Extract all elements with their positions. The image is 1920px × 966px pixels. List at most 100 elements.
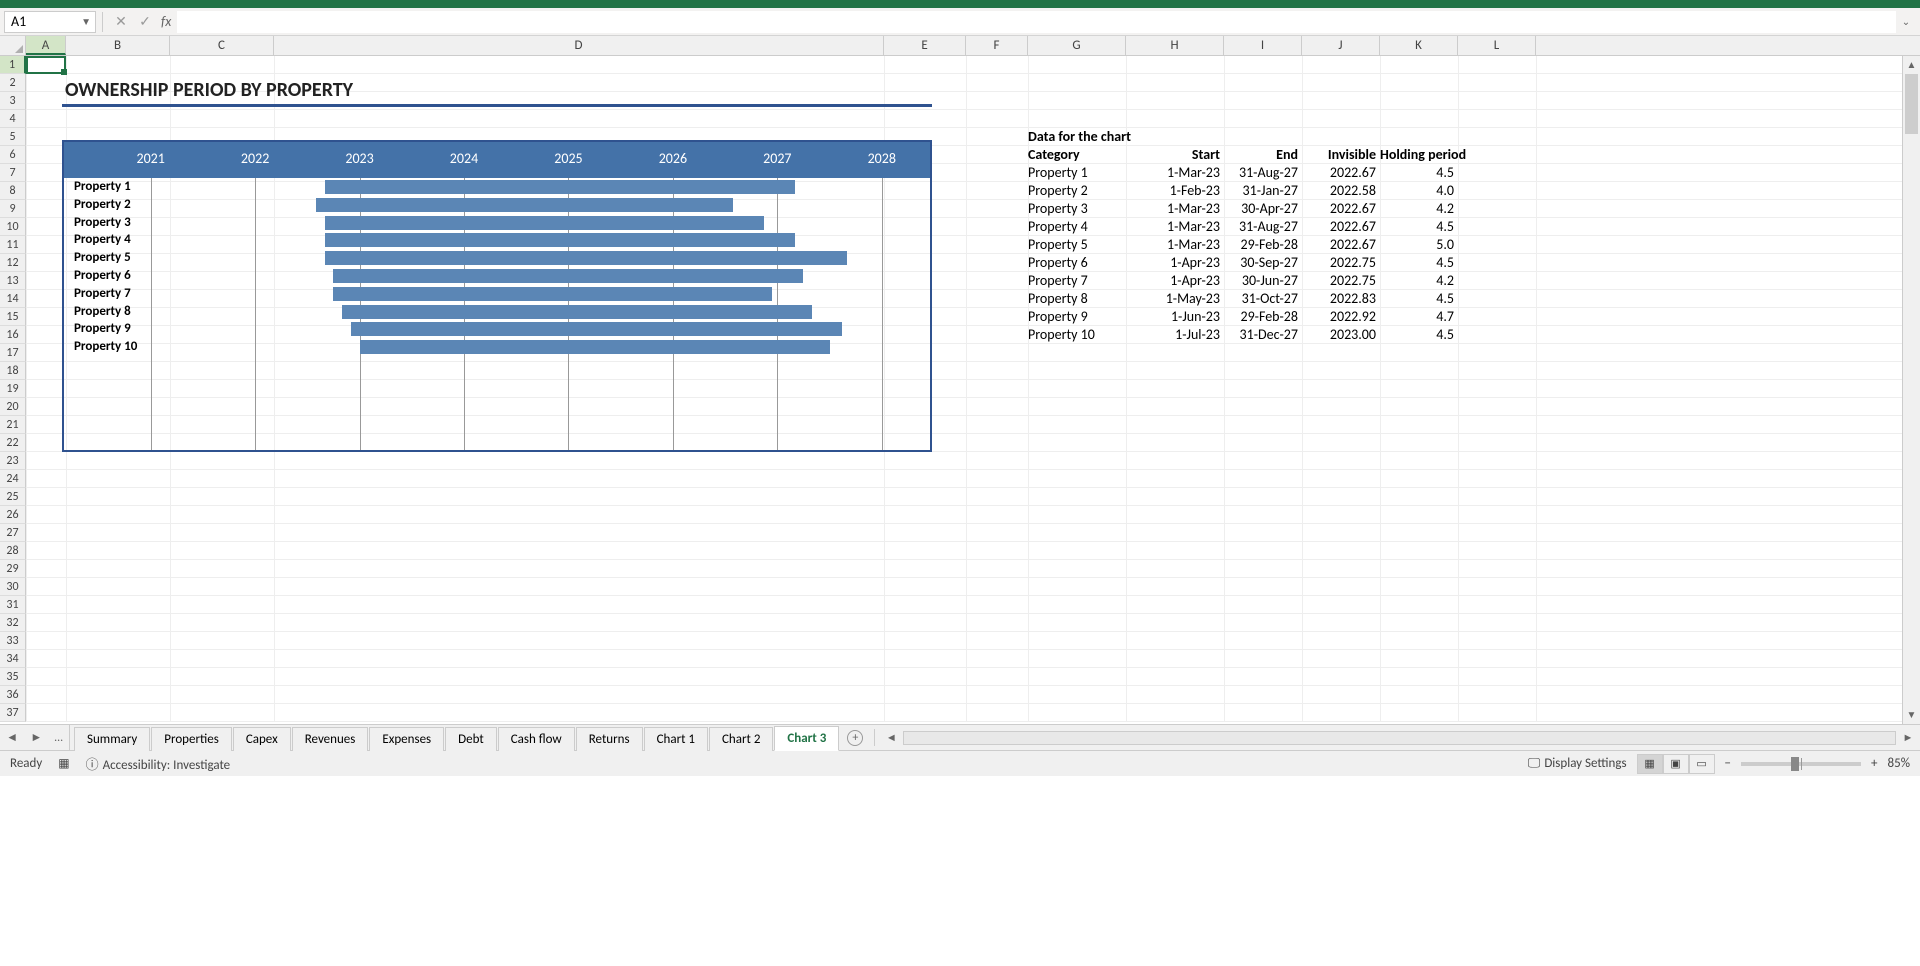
row-header-36[interactable]: 36 bbox=[0, 686, 26, 704]
cell[interactable]: Property 5 bbox=[1028, 236, 1088, 254]
row-header-30[interactable]: 30 bbox=[0, 578, 26, 596]
row-header-11[interactable]: 11 bbox=[0, 236, 26, 254]
normal-view-button[interactable]: ▦ bbox=[1637, 754, 1663, 774]
row-header-35[interactable]: 35 bbox=[0, 668, 26, 686]
cell[interactable]: 29-Feb-28 bbox=[1224, 308, 1298, 326]
cell[interactable]: 31-Oct-27 bbox=[1224, 290, 1298, 308]
scroll-track[interactable] bbox=[1903, 74, 1920, 706]
row-header-24[interactable]: 24 bbox=[0, 470, 26, 488]
zoom-in-button[interactable]: + bbox=[1871, 756, 1877, 771]
cell[interactable]: 1-Jul-23 bbox=[1126, 326, 1220, 344]
row-header-21[interactable]: 21 bbox=[0, 416, 26, 434]
cell[interactable]: Property 10 bbox=[1028, 326, 1095, 344]
row-header-15[interactable]: 15 bbox=[0, 308, 26, 326]
cell[interactable]: Property 7 bbox=[1028, 272, 1088, 290]
col-header-E[interactable]: E bbox=[884, 36, 966, 55]
col-header-F[interactable]: F bbox=[966, 36, 1028, 55]
display-settings[interactable]: 🖵Display Settings bbox=[1528, 756, 1627, 771]
cell[interactable]: End bbox=[1224, 146, 1298, 164]
expand-formula-icon[interactable]: ⌄ bbox=[1896, 15, 1916, 28]
cell[interactable]: 2022.67 bbox=[1302, 236, 1376, 254]
cell[interactable]: 2022.83 bbox=[1302, 290, 1376, 308]
cell[interactable]: Property 8 bbox=[1028, 290, 1088, 308]
cell[interactable]: 1-Mar-23 bbox=[1126, 200, 1220, 218]
cell[interactable]: 31-Aug-27 bbox=[1224, 164, 1298, 182]
cell[interactable]: Category bbox=[1028, 146, 1080, 164]
cell[interactable]: 2022.75 bbox=[1302, 254, 1376, 272]
cell[interactable]: 1-Apr-23 bbox=[1126, 272, 1220, 290]
col-header-B[interactable]: B bbox=[66, 36, 170, 55]
cell[interactable]: 29-Feb-28 bbox=[1224, 236, 1298, 254]
cell[interactable]: 5.0 bbox=[1380, 236, 1454, 254]
sheet-tab-expenses[interactable]: Expenses bbox=[369, 727, 444, 751]
sheet-more-icon[interactable]: … bbox=[55, 731, 63, 745]
col-header-I[interactable]: I bbox=[1224, 36, 1302, 55]
page-break-button[interactable]: ▭ bbox=[1689, 754, 1715, 774]
col-header-D[interactable]: D bbox=[274, 36, 884, 55]
cell[interactable]: 31-Dec-27 bbox=[1224, 326, 1298, 344]
cell[interactable]: Property 9 bbox=[1028, 308, 1088, 326]
row-header-29[interactable]: 29 bbox=[0, 560, 26, 578]
cell[interactable]: 4.2 bbox=[1380, 200, 1454, 218]
cell[interactable]: 2022.67 bbox=[1302, 218, 1376, 236]
cell[interactable]: Data for the chart bbox=[1028, 128, 1131, 146]
sheet-tab-capex[interactable]: Capex bbox=[233, 727, 291, 751]
cell[interactable]: 2022.67 bbox=[1302, 200, 1376, 218]
row-header-37[interactable]: 37 bbox=[0, 704, 26, 722]
scroll-up-icon[interactable]: ▲ bbox=[1903, 56, 1920, 74]
row-header-14[interactable]: 14 bbox=[0, 290, 26, 308]
row-header-6[interactable]: 6 bbox=[0, 146, 26, 164]
scroll-left-icon[interactable]: ◄ bbox=[883, 731, 899, 744]
cell[interactable]: 4.2 bbox=[1380, 272, 1454, 290]
row-header-5[interactable]: 5 bbox=[0, 128, 26, 146]
cell[interactable]: 31-Aug-27 bbox=[1224, 218, 1298, 236]
cell[interactable]: 1-May-23 bbox=[1126, 290, 1220, 308]
cell[interactable]: 4.5 bbox=[1380, 254, 1454, 272]
cell[interactable]: Property 2 bbox=[1028, 182, 1088, 200]
accessibility-status[interactable]: ⓘAccessibility: Investigate bbox=[86, 754, 231, 773]
scroll-down-icon[interactable]: ▼ bbox=[1903, 706, 1920, 724]
col-header-G[interactable]: G bbox=[1028, 36, 1126, 55]
row-header-18[interactable]: 18 bbox=[0, 362, 26, 380]
h-scroll-track[interactable] bbox=[903, 731, 1896, 745]
row-header-19[interactable]: 19 bbox=[0, 380, 26, 398]
row-header-28[interactable]: 28 bbox=[0, 542, 26, 560]
cell[interactable]: 4.5 bbox=[1380, 290, 1454, 308]
sheet-tab-chart-3[interactable]: Chart 3 bbox=[774, 726, 839, 751]
row-header-13[interactable]: 13 bbox=[0, 272, 26, 290]
cell[interactable]: 2022.92 bbox=[1302, 308, 1376, 326]
sheet-tab-returns[interactable]: Returns bbox=[576, 727, 643, 751]
cell[interactable]: 30-Sep-27 bbox=[1224, 254, 1298, 272]
row-header-4[interactable]: 4 bbox=[0, 110, 26, 128]
col-header-A[interactable]: A bbox=[26, 36, 66, 55]
cell[interactable]: 4.7 bbox=[1380, 308, 1454, 326]
row-header-33[interactable]: 33 bbox=[0, 632, 26, 650]
cell[interactable]: 4.5 bbox=[1380, 218, 1454, 236]
horizontal-scrollbar[interactable]: ◄ ► bbox=[879, 725, 1920, 750]
cell[interactable]: Property 1 bbox=[1028, 164, 1088, 182]
gantt-chart[interactable]: 20212022202320242025202620272028 Propert… bbox=[62, 140, 932, 452]
sheet-tab-cash-flow[interactable]: Cash flow bbox=[498, 727, 575, 751]
cell[interactable]: 2023.00 bbox=[1302, 326, 1376, 344]
cell[interactable]: Holding period bbox=[1380, 146, 1466, 164]
row-header-16[interactable]: 16 bbox=[0, 326, 26, 344]
row-header-31[interactable]: 31 bbox=[0, 596, 26, 614]
cell[interactable]: 30-Apr-27 bbox=[1224, 200, 1298, 218]
name-box[interactable]: A1 ▼ bbox=[4, 11, 96, 33]
cell[interactable]: Property 4 bbox=[1028, 218, 1088, 236]
col-header-H[interactable]: H bbox=[1126, 36, 1224, 55]
fx-icon[interactable]: fx bbox=[161, 13, 171, 30]
row-header-2[interactable]: 2 bbox=[0, 74, 26, 92]
new-sheet-button[interactable]: + bbox=[840, 725, 870, 750]
chevron-down-icon[interactable]: ▼ bbox=[81, 15, 91, 28]
zoom-slider[interactable] bbox=[1741, 762, 1861, 766]
sheet-next-icon[interactable]: ► bbox=[30, 730, 42, 745]
col-header-C[interactable]: C bbox=[170, 36, 274, 55]
row-header-27[interactable]: 27 bbox=[0, 524, 26, 542]
cell[interactable]: 1-Apr-23 bbox=[1126, 254, 1220, 272]
sheet-tab-chart-2[interactable]: Chart 2 bbox=[709, 727, 773, 751]
row-header-12[interactable]: 12 bbox=[0, 254, 26, 272]
cell[interactable]: 4.0 bbox=[1380, 182, 1454, 200]
sheet-tab-properties[interactable]: Properties bbox=[151, 727, 232, 751]
sheet-tab-revenues[interactable]: Revenues bbox=[292, 727, 369, 751]
